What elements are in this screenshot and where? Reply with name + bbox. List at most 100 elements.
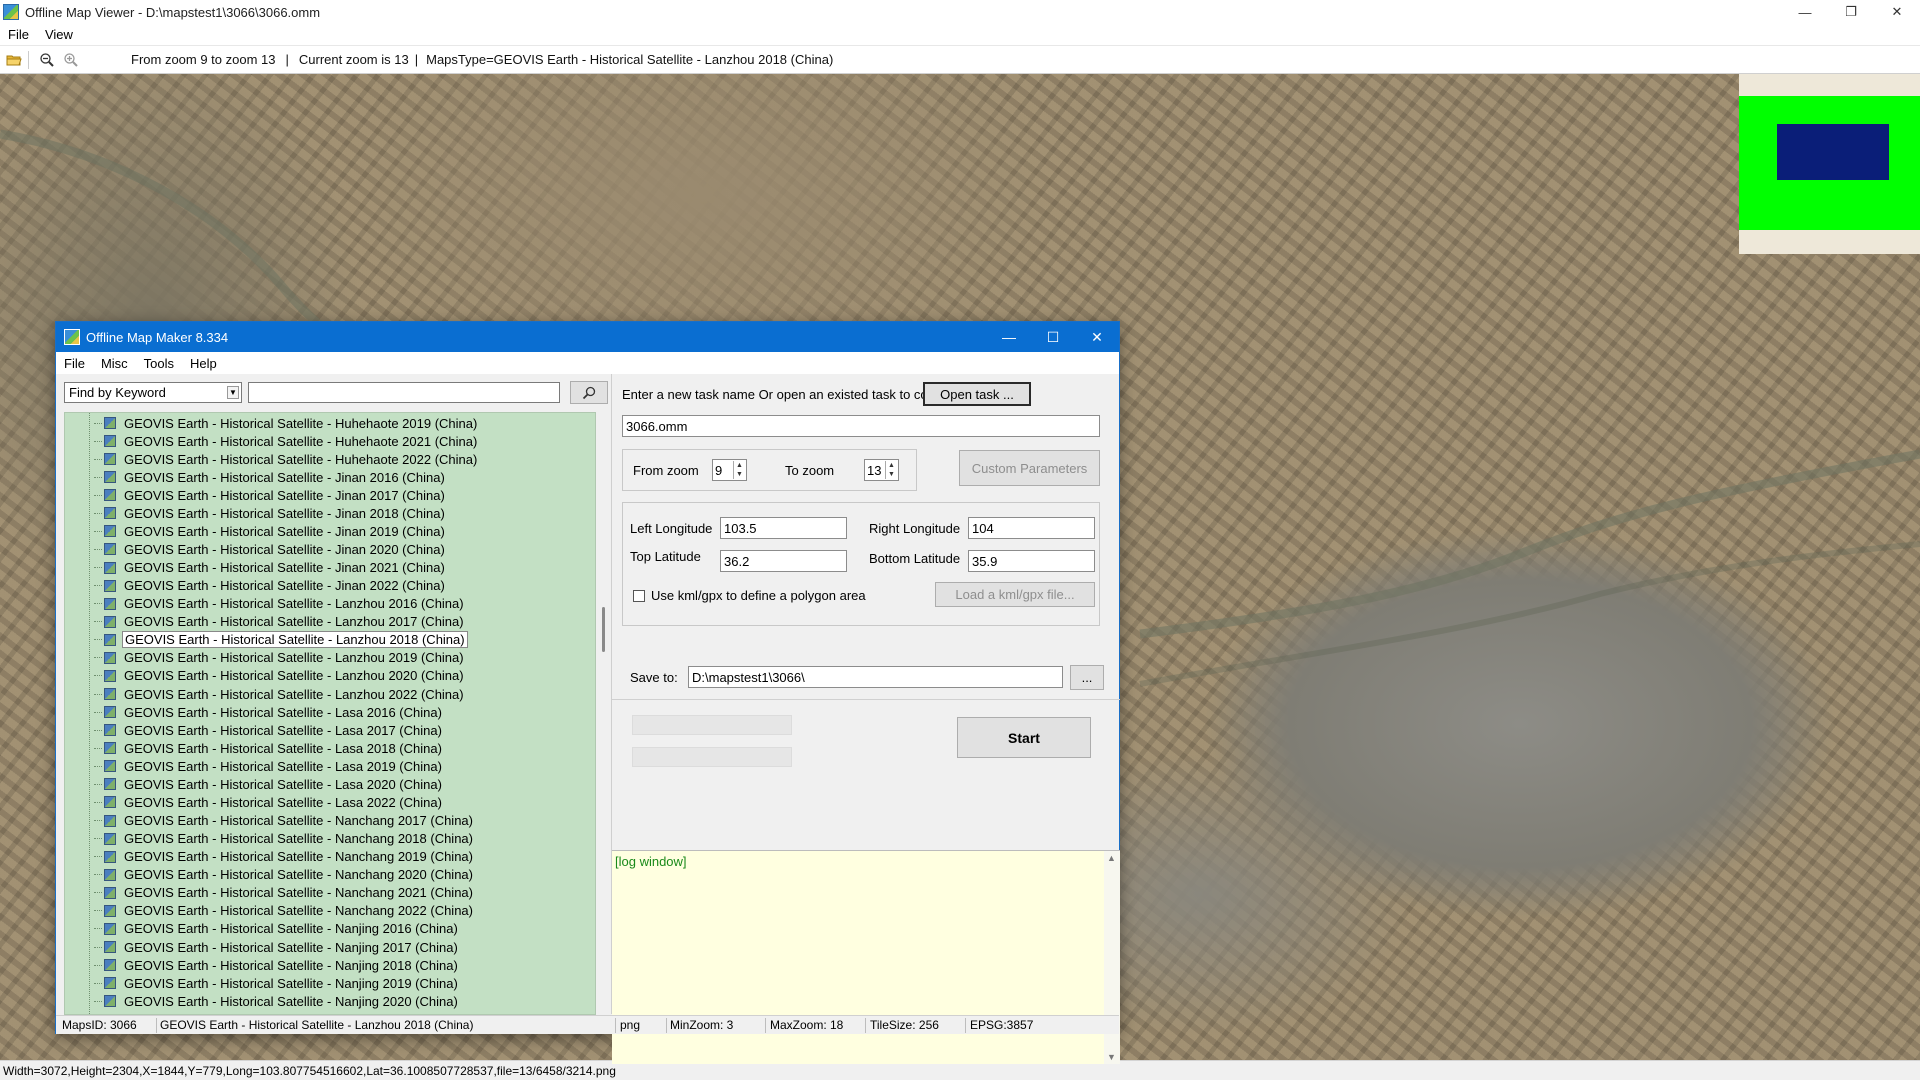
search-button[interactable]	[570, 381, 608, 404]
tree-item[interactable]: GEOVIS Earth - Historical Satellite - La…	[94, 631, 468, 649]
open-task-button[interactable]: Open task ...	[923, 382, 1031, 406]
top-latitude-input[interactable]: 36.2	[720, 550, 847, 572]
tree-connector	[94, 693, 102, 695]
updown-icon[interactable]: ▲ ▼	[733, 461, 745, 479]
status-separator	[666, 1018, 667, 1033]
right-longitude-input[interactable]: 104	[968, 517, 1095, 539]
map-tile-icon	[104, 597, 116, 610]
tree-item[interactable]: GEOVIS Earth - Historical Satellite - Na…	[94, 992, 460, 1010]
tree-item[interactable]: GEOVIS Earth - Historical Satellite - Hu…	[94, 432, 479, 450]
custom-parameters-button[interactable]: Custom Parameters	[959, 450, 1100, 486]
dialog-menu-help[interactable]: Help	[182, 356, 225, 371]
tree-item-label: GEOVIS Earth - Historical Satellite - Hu…	[124, 433, 478, 449]
bottom-latitude-input[interactable]: 35.9	[968, 550, 1095, 572]
minimize-button[interactable]: —	[1782, 0, 1828, 24]
tree-connector	[94, 765, 102, 767]
tree-item[interactable]: GEOVIS Earth - Historical Satellite - La…	[94, 721, 444, 739]
tree-item[interactable]: GEOVIS Earth - Historical Satellite - Na…	[94, 812, 475, 830]
tree-item[interactable]: GEOVIS Earth - Historical Satellite - Na…	[94, 884, 475, 902]
tree-item[interactable]: GEOVIS Earth - Historical Satellite - Hu…	[94, 414, 479, 432]
scroll-up-icon[interactable]: ▲	[1107, 853, 1116, 863]
tree-item-label: GEOVIS Earth - Historical Satellite - Na…	[124, 993, 458, 1009]
dialog-maximize-button[interactable]: ☐	[1031, 322, 1075, 352]
tree-item[interactable]: GEOVIS Earth - Historical Satellite - Ji…	[94, 559, 447, 577]
scroll-down-icon[interactable]: ▼	[1107, 1052, 1116, 1062]
log-text: [log window]	[615, 854, 687, 869]
dialog-menu-tools[interactable]: Tools	[136, 356, 182, 371]
keyword-input[interactable]	[248, 382, 560, 403]
close-button[interactable]: ✕	[1874, 0, 1920, 24]
menu-file[interactable]: File	[0, 27, 37, 42]
progress-bar-current	[632, 747, 792, 767]
tree-item[interactable]: GEOVIS Earth - Historical Satellite - La…	[94, 775, 444, 793]
browse-button[interactable]: ...	[1070, 665, 1104, 690]
tree-item[interactable]: GEOVIS Earth - Historical Satellite - La…	[94, 703, 444, 721]
tree-item[interactable]: GEOVIS Earth - Historical Satellite - Ji…	[94, 504, 447, 522]
map-type-tree[interactable]: GEOVIS Earth - Historical Satellite - Hu…	[64, 412, 596, 1015]
maximize-button[interactable]: ❐	[1828, 0, 1874, 24]
tree-connector	[94, 729, 102, 731]
tree-item[interactable]: GEOVIS Earth - Historical Satellite - Na…	[94, 848, 475, 866]
tree-scrollbar[interactable]	[598, 412, 610, 1015]
tree-item[interactable]: GEOVIS Earth - Historical Satellite - La…	[94, 613, 466, 631]
tree-item-label: GEOVIS Earth - Historical Satellite - Ji…	[124, 487, 445, 503]
tree-item[interactable]: GEOVIS Earth - Historical Satellite - La…	[94, 739, 444, 757]
menu-view[interactable]: View	[37, 27, 81, 42]
load-kml-button[interactable]: Load a kml/gpx file...	[935, 582, 1095, 607]
tree-item[interactable]: GEOVIS Earth - Historical Satellite - Ji…	[94, 486, 447, 504]
tree-item[interactable]: GEOVIS Earth - Historical Satellite - Na…	[94, 974, 460, 992]
from-zoom-stepper[interactable]: 9 ▲ ▼	[712, 459, 747, 481]
tree-item[interactable]: GEOVIS Earth - Historical Satellite - Hu…	[94, 450, 479, 468]
to-zoom-stepper[interactable]: 13 ▲ ▼	[864, 459, 899, 481]
dialog-minimize-button[interactable]: —	[987, 322, 1031, 352]
tree-connector	[94, 512, 102, 514]
right-longitude-label: Right Longitude	[869, 521, 961, 536]
tree-item[interactable]: GEOVIS Earth - Historical Satellite - La…	[94, 595, 466, 613]
tree-item[interactable]: GEOVIS Earth - Historical Satellite - La…	[94, 685, 466, 703]
tree-item[interactable]: GEOVIS Earth - Historical Satellite - Na…	[94, 830, 475, 848]
tree-item[interactable]: GEOVIS Earth - Historical Satellite - Na…	[94, 920, 460, 938]
minimap-viewport[interactable]	[1777, 124, 1889, 180]
tree-item-label: GEOVIS Earth - Historical Satellite - La…	[124, 596, 464, 612]
zoom-out-icon[interactable]	[37, 50, 57, 70]
progress-bar-total	[632, 715, 792, 735]
task-name-input[interactable]: 3066.omm	[622, 415, 1100, 437]
main-titlebar: Offline Map Viewer - D:\mapstest1\3066\3…	[0, 0, 1920, 24]
tree-item[interactable]: GEOVIS Earth - Historical Satellite - La…	[94, 757, 444, 775]
dialog-menu-file[interactable]: File	[56, 356, 93, 371]
start-button[interactable]: Start	[957, 717, 1091, 758]
save-path-input[interactable]: D:\mapstest1\3066\	[688, 666, 1063, 688]
map-tile-icon	[104, 868, 116, 881]
to-zoom-label: To zoom	[785, 463, 835, 478]
tree-item[interactable]: GEOVIS Earth - Historical Satellite - Ji…	[94, 522, 447, 540]
status-separator	[965, 1018, 966, 1033]
dialog-menu-misc[interactable]: Misc	[93, 356, 136, 371]
tree-item[interactable]: GEOVIS Earth - Historical Satellite - La…	[94, 649, 466, 667]
tree-connector	[94, 675, 102, 677]
search-mode-select[interactable]: Find by Keyword ▼	[64, 382, 242, 403]
updown-icon[interactable]: ▲ ▼	[885, 461, 897, 479]
tree-connector	[94, 964, 102, 966]
dialog-close-button[interactable]: ✕	[1075, 322, 1119, 352]
zoom-in-icon[interactable]	[61, 50, 81, 70]
map-tile-icon	[104, 742, 116, 755]
open-folder-icon[interactable]	[4, 50, 24, 70]
overview-minimap[interactable]	[1739, 74, 1920, 254]
search-mode-value: Find by Keyword	[69, 385, 166, 400]
tree-item[interactable]: GEOVIS Earth - Historical Satellite - Ji…	[94, 577, 447, 595]
tree-item[interactable]: GEOVIS Earth - Historical Satellite - Ji…	[94, 540, 447, 558]
left-longitude-input[interactable]: 103.5	[720, 517, 847, 539]
search-icon	[582, 386, 596, 399]
map-tile-icon	[104, 959, 116, 972]
map-tile-icon	[104, 941, 116, 954]
tree-item[interactable]: GEOVIS Earth - Historical Satellite - La…	[94, 667, 466, 685]
kml-checkbox[interactable]	[633, 590, 645, 602]
tree-item[interactable]: GEOVIS Earth - Historical Satellite - La…	[94, 793, 444, 811]
tree-item[interactable]: GEOVIS Earth - Historical Satellite - Na…	[94, 956, 460, 974]
tree-item[interactable]: GEOVIS Earth - Historical Satellite - Na…	[94, 866, 475, 884]
tree-connector	[94, 458, 102, 460]
tree-scroll-thumb[interactable]	[602, 607, 605, 652]
tree-item[interactable]: GEOVIS Earth - Historical Satellite - Na…	[94, 938, 460, 956]
tree-item[interactable]: GEOVIS Earth - Historical Satellite - Na…	[94, 902, 475, 920]
tree-item[interactable]: GEOVIS Earth - Historical Satellite - Ji…	[94, 468, 447, 486]
